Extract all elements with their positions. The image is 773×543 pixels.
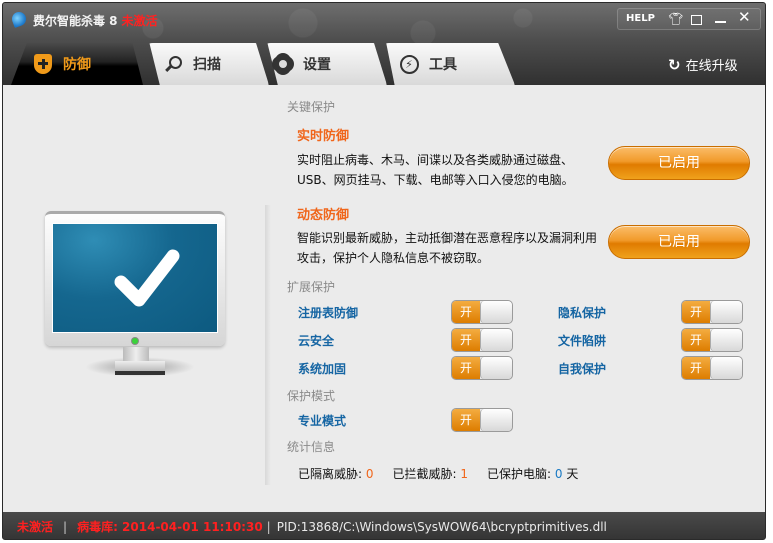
toggle-on-label: 开	[452, 329, 480, 351]
toggle-knob[interactable]	[710, 329, 742, 351]
tab-label: 扫描	[193, 57, 221, 73]
toggle-on-label: 开	[682, 329, 710, 351]
tab-label: 工具	[429, 57, 457, 73]
status-activation[interactable]: 未激活	[17, 518, 53, 535]
stat-label: 已隔离威胁:	[298, 467, 363, 481]
toggle-knob[interactable]	[710, 357, 742, 379]
stat-value: 0	[554, 467, 563, 481]
privacy-protection-toggle[interactable]: 开	[681, 300, 743, 324]
stat-protected-days: 已保护电脑: 0 天	[487, 465, 578, 482]
cloud-security-toggle[interactable]: 开	[451, 328, 513, 352]
professional-mode-toggle[interactable]: 开	[451, 408, 513, 432]
system-hardening-toggle[interactable]: 开	[451, 356, 513, 380]
status-scanned-process: PID:13868/C:\Windows\SysWOW64\bcryptprim…	[276, 519, 607, 534]
stat-label: 已保护电脑:	[487, 467, 552, 481]
tab-label: 设置	[303, 57, 331, 73]
upgrade-label: 在线升级	[685, 59, 738, 74]
toggle-on-label: 开	[682, 301, 710, 323]
tab-settings[interactable]: 设置	[257, 43, 387, 85]
option-label-cloud-security: 云安全	[298, 334, 335, 348]
tab-scan[interactable]: 扫描	[139, 43, 269, 85]
feature-desc-realtime: 实时阻止病毒、木马、间谍以及各类威胁通过磁盘、USB、网页挂马、下载、电邮等入口…	[297, 153, 574, 187]
realtime-defense-enabled-button[interactable]: 已启用	[608, 146, 750, 180]
option-label-privacy-protection: 隐私保护	[558, 306, 607, 320]
option-label-system-hardening: 系统加固	[298, 362, 347, 376]
activation-status[interactable]: 未激活	[122, 14, 158, 28]
option-label-file-trap: 文件陷阱	[558, 334, 607, 348]
file-trap-toggle[interactable]: 开	[681, 328, 743, 352]
section-heading-extended-protection: 扩展保护	[287, 280, 336, 294]
stat-value: 0	[365, 467, 374, 481]
lightning-icon: ⚡︎	[399, 54, 419, 74]
feature-title-dynamic: 动态防御	[297, 208, 350, 223]
toggle-on-label: 开	[452, 409, 480, 431]
stat-unit: 天	[566, 467, 579, 481]
window-controls: HELP 👕︎ ✕	[617, 8, 761, 30]
statistics-row: 已隔离威胁: 0 已拦截威胁: 1 已保护电脑: 0 天	[298, 465, 597, 482]
toggle-knob[interactable]	[480, 357, 512, 379]
tab-label: 防御	[63, 57, 91, 73]
option-label-professional-mode: 专业模式	[298, 414, 347, 428]
feature-title-realtime: 实时防御	[297, 129, 350, 144]
option-label-registry-defense: 注册表防御	[298, 306, 359, 320]
app-window: 费尔智能杀毒 8 未激活 HELP 👕︎ ✕ ↻ 在线升级 防御 扫描 设置 ⚡…	[2, 2, 766, 540]
title-bar[interactable]: 费尔智能杀毒 8 未激活 HELP 👕︎ ✕ ↻ 在线升级 防御 扫描 设置 ⚡…	[3, 3, 765, 85]
app-logo-icon	[10, 10, 28, 28]
minimize-icon[interactable]	[715, 21, 726, 23]
toggle-on-label: 开	[452, 301, 480, 323]
self-protection-toggle[interactable]: 开	[681, 356, 743, 380]
toggle-knob[interactable]	[710, 301, 742, 323]
feedback-icon[interactable]	[691, 15, 702, 25]
section-heading-protection-mode: 保护模式	[287, 389, 336, 403]
skin-icon[interactable]: 👕︎	[668, 12, 683, 26]
toggle-on-label: 开	[452, 357, 480, 379]
dynamic-defense-enabled-button[interactable]: 已启用	[608, 225, 750, 259]
shield-plus-icon	[33, 54, 53, 74]
status-virus-db: 病毒库: 2014-04-01 11:10:30	[77, 520, 263, 534]
tab-defense[interactable]: 防御	[11, 43, 143, 85]
power-led-icon	[132, 338, 138, 344]
app-title: 费尔智能杀毒 8 未激活	[33, 12, 158, 29]
toggle-knob[interactable]	[480, 329, 512, 351]
section-heading-key-protection: 关键保护	[287, 100, 336, 114]
stat-quarantined: 已隔离威胁: 0	[298, 465, 374, 482]
help-button[interactable]: HELP	[626, 13, 655, 24]
status-separator: |	[266, 519, 271, 534]
online-upgrade-button[interactable]: ↻ 在线升级	[668, 55, 738, 75]
panel-divider	[265, 205, 271, 485]
stat-label: 已拦截威胁:	[392, 467, 457, 481]
app-name: 费尔智能杀毒 8	[33, 14, 118, 28]
feature-desc-dynamic: 智能识别最新威胁，主动抵御潜在恶意程序以及漏洞利用攻击，保护个人隐私信息不被窃取…	[297, 231, 598, 265]
close-icon[interactable]: ✕	[738, 10, 751, 25]
toggle-knob[interactable]	[480, 409, 512, 431]
registry-defense-toggle[interactable]: 开	[451, 300, 513, 324]
checkmark-icon	[114, 249, 180, 307]
stat-value: 1	[460, 467, 469, 481]
search-icon	[163, 54, 183, 74]
toggle-on-label: 开	[682, 357, 710, 379]
tab-tools[interactable]: ⚡︎ 工具	[375, 43, 515, 85]
option-label-self-protection: 自我保护	[558, 362, 607, 376]
gear-icon	[273, 54, 293, 74]
toggle-knob[interactable]	[480, 301, 512, 323]
status-bar: 未激活 | 病毒库: 2014-04-01 11:10:30 | PID:138…	[3, 512, 765, 539]
section-heading-statistics: 统计信息	[287, 440, 336, 454]
refresh-icon: ↻	[668, 55, 681, 74]
stat-blocked: 已拦截威胁: 1	[393, 465, 469, 482]
defense-panel: 关键保护 实时防御 实时阻止病毒、木马、间谍以及各类威胁通过磁盘、USB、网页挂…	[3, 85, 765, 512]
protected-status-illustration	[45, 211, 227, 379]
status-separator: |	[63, 519, 68, 534]
